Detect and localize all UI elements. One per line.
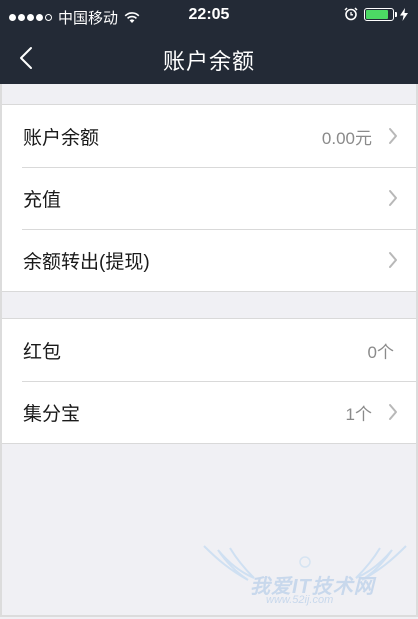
status-right — [344, 7, 408, 21]
screen-frame — [0, 0, 418, 617]
watermark: 我爱IT技术网 www.52ij.com — [200, 540, 410, 614]
chevron-right-icon — [389, 404, 397, 420]
chevron-right-icon — [389, 252, 397, 268]
row-red-packet[interactable]: 红包 0个 — [2, 319, 416, 381]
navigation-bar: 账户余额 — [0, 32, 418, 84]
row-recharge[interactable]: 充值 — [2, 167, 416, 229]
chevron-right-icon — [389, 190, 397, 206]
row-label: 账户余额 — [23, 127, 100, 149]
balance-group: 账户余额 0.00元 充值 余额转出(提现) — [2, 104, 416, 292]
row-value: 0.00元 — [321, 128, 372, 148]
charging-bolt-icon — [400, 7, 408, 21]
page-title: 账户余额 — [162, 49, 255, 74]
row-label: 充值 — [23, 189, 62, 211]
row-label: 集分宝 — [23, 403, 81, 425]
row-withdraw[interactable]: 余额转出(提现) — [2, 229, 416, 291]
row-value: 1个 — [345, 404, 372, 424]
status-bar: 中国移动 22:05 — [0, 0, 418, 32]
row-value: 0个 — [367, 342, 394, 362]
chevron-right-icon — [389, 128, 397, 144]
rewards-group: 红包 0个 集分宝 1个 — [2, 318, 416, 444]
row-account-balance[interactable]: 账户余额 0.00元 — [2, 105, 416, 167]
row-label: 红包 — [23, 341, 62, 363]
battery-icon — [364, 7, 397, 21]
alarm-clock-icon — [344, 7, 358, 21]
battery-level-fill — [366, 9, 389, 19]
row-label: 余额转出(提现) — [23, 251, 150, 273]
watermark-url: www.52ij.com — [266, 594, 334, 606]
row-jifenbao[interactable]: 集分宝 1个 — [2, 381, 416, 443]
